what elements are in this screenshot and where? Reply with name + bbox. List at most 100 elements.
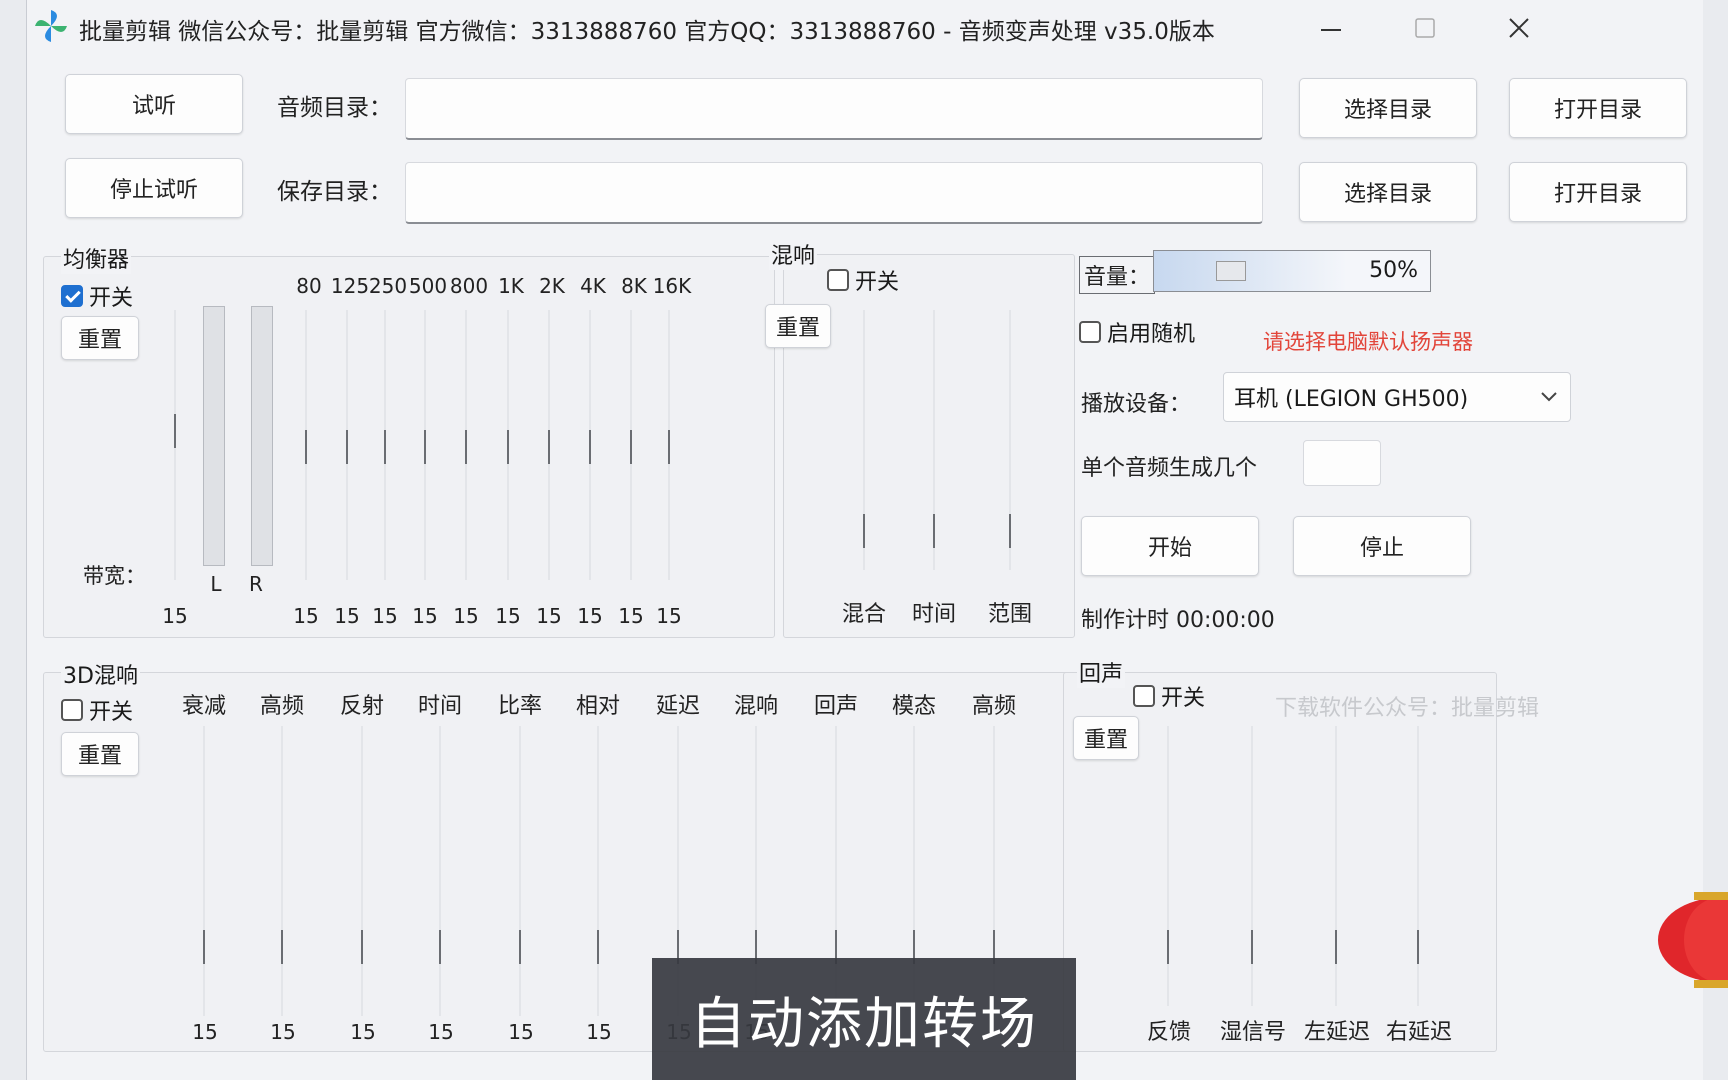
preview-button[interactable]: 试听 [65,74,243,134]
checkbox-unchecked-icon [61,699,83,721]
stop-preview-button[interactable]: 停止试听 [65,158,243,218]
eq-band-value: 15 [656,604,682,628]
bandwidth-value: 15 [162,604,188,628]
reverb3d-slider-track[interactable] [361,726,363,1016]
reverb-switch[interactable]: 开关 [827,264,899,296]
bandwidth-slider-thumb[interactable] [174,414,176,448]
enable-random-checkbox[interactable]: 启用随机 [1079,316,1195,348]
reverb3d-slider-value: 15 [586,1020,612,1044]
reverb3d-reset-button[interactable]: 重置 [61,732,139,776]
minimize-button[interactable] [1301,8,1361,48]
select-save-dir-button[interactable]: 选择目录 [1299,162,1477,222]
equalizer-reset-button[interactable]: 重置 [61,316,139,360]
close-icon [1509,18,1529,38]
reverb3d-slider-track[interactable] [519,726,521,1016]
device-label: 播放设备： [1081,392,1192,417]
reverb3d-slider-thumb[interactable] [519,930,521,964]
eq-freq-label: 500 [408,274,448,298]
open-save-dir-button[interactable]: 打开目录 [1509,162,1687,222]
reverb3d-switch[interactable]: 开关 [61,694,133,726]
reverb-slider-label: 范围 [987,602,1033,627]
reverb-slider-label: 混合 [841,602,887,627]
reverb3d-slider-track[interactable] [439,726,441,1016]
equalizer-title: 均衡器 [61,242,132,274]
select-audio-dir-button[interactable]: 选择目录 [1299,78,1477,138]
reverb3d-slider-thumb[interactable] [361,930,363,964]
reverb3d-slider-track[interactable] [281,726,283,1016]
echo-slider-track[interactable] [1335,726,1337,1006]
count-label: 单个音频生成几个 [1081,456,1258,481]
volume-slider-thumb[interactable] [1216,261,1246,281]
eq-band-value: 15 [293,604,319,628]
echo-slider-track[interactable] [1417,726,1419,1006]
echo-slider-thumb[interactable] [1251,930,1253,964]
eq-band-value: 15 [536,604,562,628]
eq-freq-label: 4K [580,274,606,298]
reverb-slider-label: 时间 [911,602,957,627]
eq-band-slider-thumb[interactable] [548,430,550,464]
reverb3d-slider-thumb[interactable] [281,930,283,964]
level-meter-right [251,306,273,566]
eq-band-value: 15 [495,604,521,628]
reverb3d-slider-thumb[interactable] [597,930,599,964]
audio-dir-input[interactable] [405,78,1263,140]
eq-freq-label: 16K [652,274,692,298]
reverb-reset-button[interactable]: 重置 [765,304,831,348]
checkbox-unchecked-icon [1133,685,1155,707]
bandwidth-label: 带宽： [83,564,146,588]
count-input[interactable] [1303,440,1381,486]
stop-button[interactable]: 停止 [1293,516,1471,576]
eq-freq-label: 800 [449,274,489,298]
echo-reset-button[interactable]: 重置 [1073,716,1139,760]
eq-freq-label: 125 [330,274,370,298]
eq-band-slider-thumb[interactable] [465,430,467,464]
close-button[interactable] [1489,8,1549,48]
echo-slider-thumb[interactable] [1167,930,1169,964]
device-select[interactable]: 耳机 (LEGION GH500) [1223,372,1571,422]
reverb3d-slider-track[interactable] [203,726,205,1016]
eq-band-slider-thumb[interactable] [507,430,509,464]
reverb-slider-thumb[interactable] [863,514,865,548]
maximize-button[interactable] [1395,8,1455,48]
echo-slider-label: 湿信号 [1219,1020,1287,1045]
reverb3d-param-label: 时间 [417,694,463,719]
save-dir-input[interactable] [405,162,1263,224]
echo-slider-track[interactable] [1251,726,1253,1006]
echo-slider-thumb[interactable] [1335,930,1337,964]
checkbox-unchecked-icon [827,269,849,291]
eq-freq-label: 250 [368,274,408,298]
reverb3d-slider-thumb[interactable] [439,930,441,964]
eq-band-value: 15 [334,604,360,628]
overlay-caption: 自动添加转场 [652,958,1076,1080]
meter-right-label: R [249,572,263,596]
eq-band-slider-thumb[interactable] [630,430,632,464]
open-audio-dir-button[interactable]: 打开目录 [1509,78,1687,138]
eq-band-slider-thumb[interactable] [668,430,670,464]
window-title: 批量剪辑 微信公众号：批量剪辑 官方微信：3313888760 官方QQ：331… [79,19,1215,45]
echo-slider-track[interactable] [1167,726,1169,1006]
eq-band-slider-thumb[interactable] [305,430,307,464]
checkbox-checked-icon [61,285,83,307]
eq-band-value: 15 [453,604,479,628]
equalizer-switch[interactable]: 开关 [61,280,133,312]
echo-slider-label: 反馈 [1146,1020,1192,1045]
watermark-text: 下载软件公众号：批量剪辑 [1275,696,1540,721]
volume-slider[interactable]: 50% [1153,250,1431,292]
reverb3d-slider-thumb[interactable] [203,930,205,964]
reverb3d-param-label: 混响 [733,694,779,719]
reverb3d-slider-value: 15 [428,1020,454,1044]
eq-freq-label: 8K [621,274,647,298]
eq-band-slider-thumb[interactable] [384,430,386,464]
reverb3d-param-label: 延迟 [655,694,701,719]
echo-switch[interactable]: 开关 [1133,680,1205,712]
eq-band-slider-thumb[interactable] [424,430,426,464]
reverb-slider-thumb[interactable] [1009,514,1011,548]
echo-slider-thumb[interactable] [1417,930,1419,964]
reverb3d-param-label: 高频 [259,694,305,719]
eq-band-slider-thumb[interactable] [346,430,348,464]
eq-freq-label: 1K [498,274,524,298]
reverb-slider-thumb[interactable] [933,514,935,548]
eq-band-slider-thumb[interactable] [589,430,591,464]
reverb3d-slider-track[interactable] [597,726,599,1016]
start-button[interactable]: 开始 [1081,516,1259,576]
